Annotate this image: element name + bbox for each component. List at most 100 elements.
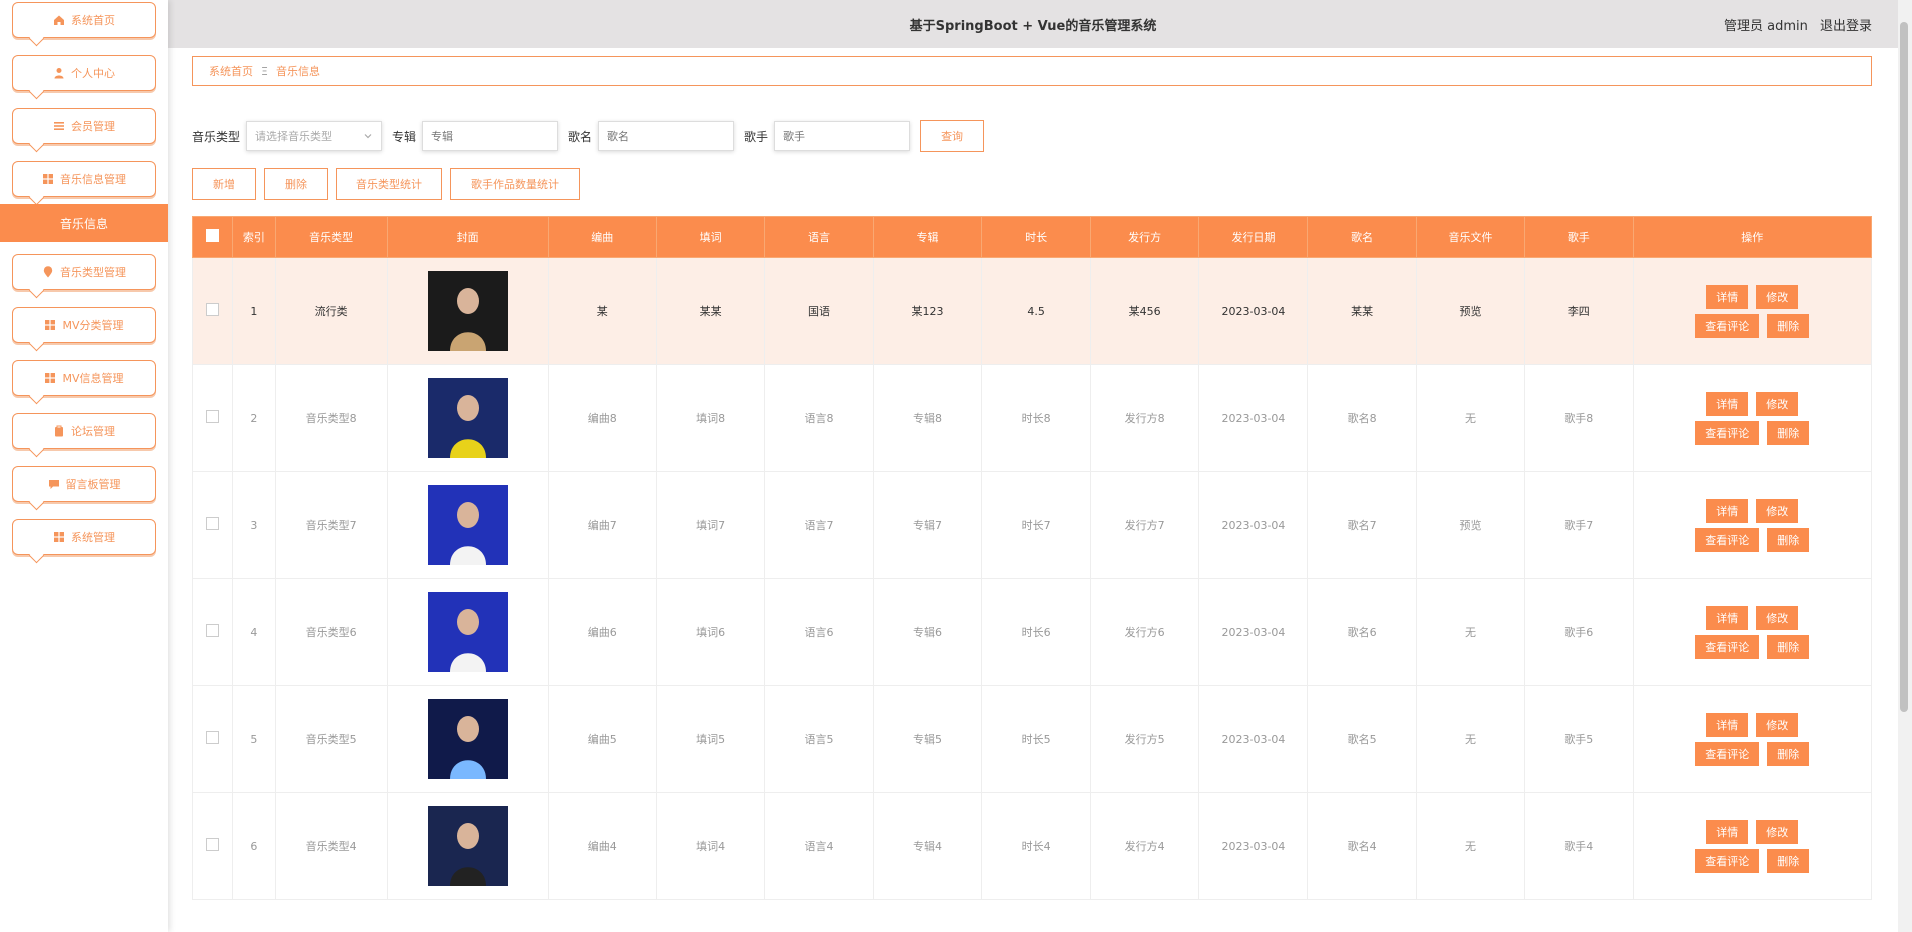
home-icon bbox=[54, 15, 64, 25]
singer-stats-button[interactable]: 歌手作品数量统计 bbox=[450, 168, 580, 200]
add-button[interactable]: 新增 bbox=[192, 168, 256, 200]
edit-button[interactable]: 修改 bbox=[1756, 819, 1799, 844]
sidebar-item-profile[interactable]: 个人中心 bbox=[12, 55, 156, 91]
row-checkbox[interactable] bbox=[206, 624, 220, 637]
row-checkbox[interactable] bbox=[206, 410, 220, 423]
song-cell: 歌名6 bbox=[1307, 578, 1417, 686]
detail-button[interactable]: 详情 bbox=[1706, 712, 1749, 737]
header-cell: 歌名 bbox=[1307, 216, 1417, 258]
row-delete-button[interactable]: 删除 bbox=[1767, 313, 1810, 338]
cover-image bbox=[427, 271, 508, 351]
date-cell: 2023-03-04 bbox=[1198, 257, 1309, 365]
logout-button[interactable]: 退出登录 bbox=[1820, 19, 1872, 34]
language-cell: 语言4 bbox=[764, 792, 874, 900]
type-cell: 音乐类型4 bbox=[274, 792, 388, 900]
row-checkbox[interactable] bbox=[206, 303, 220, 316]
edit-button[interactable]: 修改 bbox=[1756, 605, 1799, 630]
view-comments-button[interactable]: 查看评论 bbox=[1695, 313, 1760, 338]
index-cell: 3 bbox=[232, 471, 276, 579]
singer-input[interactable] bbox=[774, 121, 911, 151]
sidebar-item-mv-category[interactable]: MV分类管理 bbox=[12, 307, 156, 343]
row-delete-button[interactable]: 删除 bbox=[1767, 741, 1810, 766]
cover-image bbox=[427, 806, 508, 886]
row-checkbox[interactable] bbox=[206, 517, 220, 530]
music-file-cell: 无 bbox=[1415, 364, 1526, 472]
sidebar-item-label: 系统首页 bbox=[71, 14, 115, 27]
row-delete-button[interactable]: 删除 bbox=[1767, 634, 1810, 659]
publisher-cell: 某456 bbox=[1089, 257, 1200, 365]
header-checkbox-cell bbox=[191, 216, 234, 258]
type-stats-button[interactable]: 音乐类型统计 bbox=[336, 168, 442, 200]
row-checkbox[interactable] bbox=[206, 731, 220, 744]
row-checkbox[interactable] bbox=[206, 838, 220, 851]
album-input[interactable] bbox=[422, 121, 559, 151]
delete-button[interactable]: 删除 bbox=[264, 168, 328, 200]
view-comments-button[interactable]: 查看评论 bbox=[1695, 741, 1760, 766]
singer-cell: 李四 bbox=[1524, 257, 1634, 365]
edit-button[interactable]: 修改 bbox=[1756, 498, 1799, 523]
duration-cell: 时长4 bbox=[981, 792, 1091, 900]
detail-button[interactable]: 详情 bbox=[1706, 605, 1749, 630]
sidebar-item-label: MV分类管理 bbox=[62, 319, 124, 332]
album-cell: 专辑5 bbox=[872, 685, 983, 793]
view-comments-button[interactable]: 查看评论 bbox=[1695, 634, 1760, 659]
chevron-down-icon bbox=[364, 134, 372, 139]
sidebar-item-home[interactable]: 系统首页 bbox=[12, 2, 156, 38]
grid-icon bbox=[45, 373, 56, 383]
detail-button[interactable]: 详情 bbox=[1706, 391, 1749, 416]
sidebar-item-message-board[interactable]: 留言板管理 bbox=[12, 466, 156, 502]
edit-button[interactable]: 修改 bbox=[1756, 284, 1799, 309]
sidebar-item-label: 音乐类型管理 bbox=[60, 266, 126, 279]
sidebar-item-music-info[interactable]: 音乐信息管理 bbox=[12, 161, 156, 197]
cover-image bbox=[427, 378, 508, 458]
music-file-cell[interactable]: 预览 bbox=[1415, 471, 1526, 579]
view-comments-button[interactable]: 查看评论 bbox=[1695, 848, 1760, 873]
edit-button[interactable]: 修改 bbox=[1756, 391, 1799, 416]
sidebar-item-system[interactable]: 系统管理 bbox=[12, 519, 156, 555]
breadcrumb-home[interactable]: 系统首页 bbox=[209, 63, 253, 79]
cover-image bbox=[427, 485, 508, 565]
album-label: 专辑 bbox=[392, 129, 417, 144]
music-type-select[interactable]: 请选择音乐类型 bbox=[246, 121, 383, 151]
query-button[interactable]: 查询 bbox=[920, 120, 985, 152]
publisher-cell: 发行方4 bbox=[1089, 792, 1200, 900]
music-file-cell[interactable]: 预览 bbox=[1415, 257, 1526, 365]
detail-button[interactable]: 详情 bbox=[1706, 284, 1749, 309]
index-cell: 5 bbox=[232, 685, 276, 793]
sidebar: 系统首页 个人中心 会员管理 音乐信息管理 音乐信息 音乐类型管理 MV分类管理… bbox=[0, 0, 168, 932]
duration-cell: 时长6 bbox=[981, 578, 1091, 686]
album-cell: 专辑8 bbox=[872, 364, 983, 472]
row-delete-button[interactable]: 删除 bbox=[1767, 848, 1810, 873]
view-comments-button[interactable]: 查看评论 bbox=[1695, 420, 1760, 445]
sidebar-item-forum[interactable]: 论坛管理 bbox=[12, 413, 156, 449]
edit-button[interactable]: 修改 bbox=[1756, 712, 1799, 737]
song-name-input[interactable] bbox=[598, 121, 735, 151]
lyricist-cell: 填词7 bbox=[655, 471, 766, 579]
row-delete-button[interactable]: 删除 bbox=[1767, 527, 1810, 552]
singer-cell: 歌手4 bbox=[1524, 792, 1634, 900]
arranger-cell: 编曲4 bbox=[547, 792, 657, 900]
type-cell: 音乐类型8 bbox=[274, 364, 388, 472]
detail-button[interactable]: 详情 bbox=[1706, 819, 1749, 844]
row-checkbox-cell bbox=[191, 685, 234, 793]
sidebar-subitem-music-info[interactable]: 音乐信息 bbox=[0, 204, 168, 242]
album-cell: 某123 bbox=[872, 257, 983, 365]
sidebar-item-members[interactable]: 会员管理 bbox=[12, 108, 156, 144]
duration-cell: 时长8 bbox=[981, 364, 1091, 472]
type-cell: 音乐类型5 bbox=[274, 685, 388, 793]
row-delete-button[interactable]: 删除 bbox=[1767, 420, 1810, 445]
sidebar-item-label: MV信息管理 bbox=[62, 372, 124, 385]
sidebar-item-mv-info[interactable]: MV信息管理 bbox=[12, 360, 156, 396]
type-cell: 音乐类型7 bbox=[274, 471, 388, 579]
song-cell: 歌名5 bbox=[1307, 685, 1417, 793]
select-all-checkbox[interactable] bbox=[206, 229, 220, 242]
publisher-cell: 发行方7 bbox=[1089, 471, 1200, 579]
song-cell: 歌名4 bbox=[1307, 792, 1417, 900]
sidebar-item-label: 论坛管理 bbox=[71, 425, 115, 438]
sidebar-item-music-type[interactable]: 音乐类型管理 bbox=[12, 254, 156, 290]
detail-button[interactable]: 详情 bbox=[1706, 498, 1749, 523]
view-comments-button[interactable]: 查看评论 bbox=[1695, 527, 1760, 552]
scrollbar-thumb[interactable] bbox=[1900, 22, 1908, 712]
cover-cell bbox=[386, 257, 549, 365]
sidebar-item-label: 音乐信息管理 bbox=[60, 173, 126, 186]
